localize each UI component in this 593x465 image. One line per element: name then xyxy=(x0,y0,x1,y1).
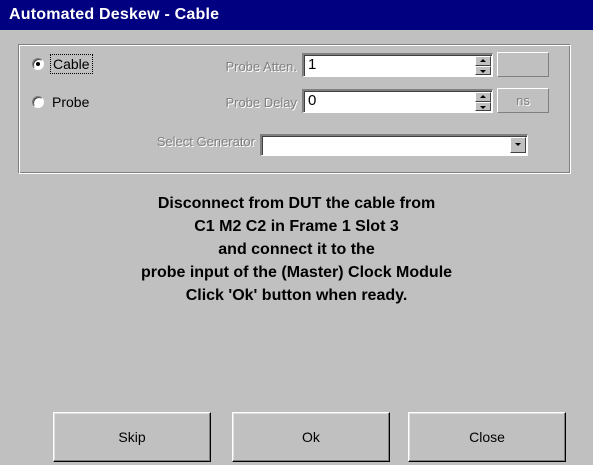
probe-delay-spinner[interactable] xyxy=(475,92,491,111)
message-line: Disconnect from DUT the cable from xyxy=(157,195,436,212)
probe-atten-unit-button xyxy=(497,52,549,77)
probe-atten-field[interactable]: 1 xyxy=(302,53,493,77)
message-line: Click 'Ok' button when ready. xyxy=(185,287,408,304)
cable-radio-indicator[interactable] xyxy=(32,58,44,70)
probe-atten-spinner[interactable] xyxy=(475,56,491,75)
skip-button[interactable]: Skip xyxy=(53,412,211,462)
probe-delay-value: 0 xyxy=(308,92,317,109)
select-generator-dropdown[interactable] xyxy=(260,134,528,156)
probe-radio-label: Probe xyxy=(52,94,90,110)
probe-radio-indicator[interactable] xyxy=(32,96,44,108)
window-title: Automated Deskew - Cable xyxy=(0,0,593,30)
probe-atten-label: Probe Atten. xyxy=(225,59,297,74)
probe-radio[interactable]: Probe xyxy=(32,94,89,110)
probe-delay-unit-button: ns xyxy=(497,88,549,113)
cable-radio[interactable]: Cable xyxy=(32,54,93,74)
probe-delay-up-arrow-icon[interactable] xyxy=(475,92,491,102)
close-button[interactable]: Close xyxy=(408,412,566,462)
message-line: and connect it to the xyxy=(218,241,375,258)
probe-delay-down-arrow-icon[interactable] xyxy=(475,101,491,111)
probe-delay-label: Probe Delay xyxy=(225,95,297,110)
message-line: C1 M2 C2 in Frame 1 Slot 3 xyxy=(194,218,399,235)
instruction-message: Disconnect from DUT the cable from C1 M2… xyxy=(0,192,593,307)
message-line: probe input of the (Master) Clock Module xyxy=(140,264,453,281)
probe-atten-up-arrow-icon[interactable] xyxy=(475,56,491,66)
probe-atten-value: 1 xyxy=(308,56,317,73)
probe-atten-down-arrow-icon[interactable] xyxy=(475,65,491,75)
deskew-dialog: Automated Deskew - Cable Cable Probe Pro… xyxy=(0,0,593,465)
probe-delay-field[interactable]: 0 xyxy=(302,89,493,113)
cable-radio-label: Cable xyxy=(50,54,93,74)
chevron-down-icon[interactable] xyxy=(510,137,526,153)
select-generator-label: Select Generator xyxy=(156,134,255,149)
ok-button[interactable]: Ok xyxy=(232,412,390,462)
